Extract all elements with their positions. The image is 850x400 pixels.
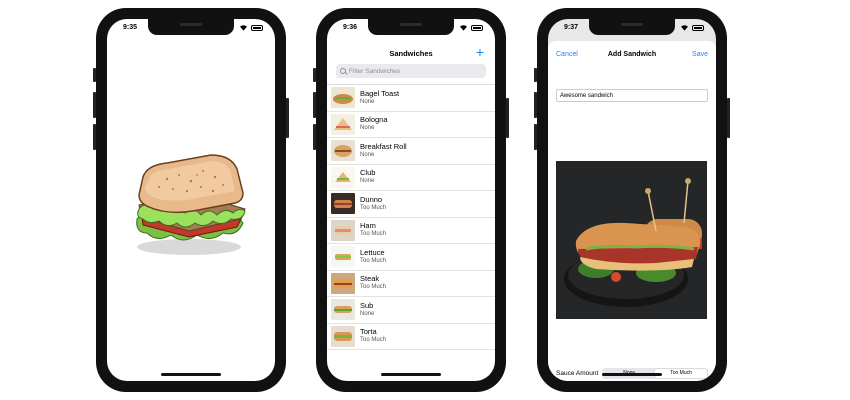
list-item[interactable]: Lettuce Too Much — [327, 244, 495, 271]
status-time: 9:35 — [123, 24, 138, 31]
list-item[interactable]: Club None — [327, 165, 495, 191]
battery-icon — [251, 24, 263, 31]
save-button[interactable]: Save — [692, 51, 708, 58]
add-sandwich-sheet: Add Sandwich Cancel Save Awesome sandwic… — [548, 41, 716, 381]
phone-list: 9:36 Sandwiches + Filter Sandwiches Bage… — [313, 8, 509, 392]
wifi-icon — [240, 25, 247, 31]
detail-screen: 9:35 — [107, 19, 275, 381]
sandwich-list: Bagel Toast None Bologna None Breakfast Ro… — [327, 84, 495, 350]
sandwich-name-field[interactable]: Awesome sandwich — [556, 89, 708, 102]
sandwich-photo — [556, 161, 707, 319]
list-item[interactable]: Steak Too Much — [327, 271, 495, 297]
sandwich-thumbnail — [331, 193, 355, 215]
battery-icon — [471, 24, 483, 31]
sandwich-thumbnail — [331, 140, 355, 162]
battery-icon — [692, 24, 704, 31]
search-icon — [340, 68, 346, 74]
sandwich-name-value: Awesome sandwich — [560, 92, 613, 99]
cancel-button[interactable]: Cancel — [556, 51, 578, 58]
sandwich-thumbnail — [331, 219, 355, 241]
list-item[interactable]: Dunno Too Much — [327, 191, 495, 218]
search-placeholder: Filter Sandwiches — [349, 67, 401, 75]
wifi-icon — [460, 25, 467, 31]
phone-detail: 9:35 — [93, 8, 289, 392]
sandwich-illustration — [136, 154, 246, 255]
status-time: 9:36 — [343, 24, 358, 31]
sandwich-thumbnail — [331, 166, 355, 188]
status-time: 9:37 — [564, 24, 579, 31]
list-screen: 9:36 Sandwiches + Filter Sandwiches Bage… — [327, 19, 495, 381]
list-item[interactable]: Breakfast Roll None — [327, 138, 495, 165]
list-item[interactable]: Bagel Toast None — [327, 85, 495, 112]
search-input[interactable]: Filter Sandwiches — [336, 64, 486, 78]
sandwich-thumbnail — [331, 113, 355, 135]
sandwich-thumbnail — [331, 272, 355, 294]
sandwich-thumbnail — [331, 87, 355, 109]
sandwich-thumbnail — [331, 246, 355, 268]
sauce-amount-label: Sauce Amount — [556, 369, 599, 377]
sandwich-thumbnail — [331, 299, 355, 321]
nav-title: Sandwiches — [389, 49, 433, 58]
list-item[interactable]: Bologna None — [327, 112, 495, 138]
sauce-option-too-much[interactable]: Too Much — [655, 368, 707, 378]
wifi-icon — [681, 25, 688, 31]
list-item[interactable]: Sub None — [327, 297, 495, 324]
sheet-header: Add Sandwich Cancel Save — [556, 51, 708, 63]
add-screen: 9:37 Add Sandwich Cancel Save Awesome sa… — [548, 19, 716, 381]
list-item[interactable]: Ham Too Much — [327, 218, 495, 244]
add-sandwich-button[interactable]: + — [476, 45, 484, 59]
sheet-title: Add Sandwich — [607, 51, 657, 58]
list-item[interactable]: Torta Too Much — [327, 324, 495, 350]
sandwich-thumbnail — [331, 325, 355, 347]
phone-add: 9:37 Add Sandwich Cancel Save Awesome sa… — [534, 8, 730, 392]
